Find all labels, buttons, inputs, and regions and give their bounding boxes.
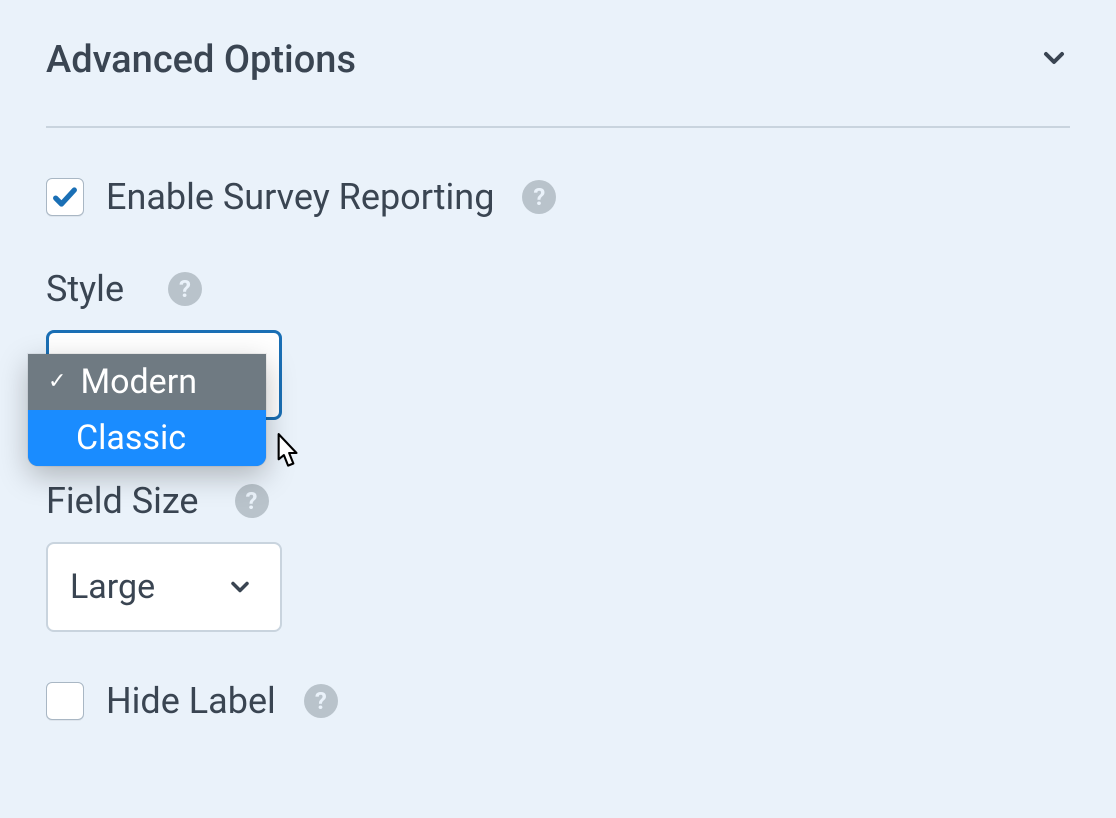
style-option-label: Modern bbox=[80, 362, 197, 402]
style-option-label: Classic bbox=[76, 418, 186, 458]
field-size-value: Large bbox=[70, 567, 155, 607]
style-select-container: ✓ Modern Classic bbox=[46, 330, 1070, 420]
style-dropdown: ✓ Modern Classic bbox=[28, 354, 266, 466]
style-label: Style bbox=[46, 268, 124, 310]
help-icon[interactable]: ? bbox=[235, 484, 269, 518]
style-option-classic[interactable]: Classic bbox=[28, 410, 266, 466]
chevron-down-icon bbox=[226, 573, 254, 601]
enable-survey-reporting-checkbox[interactable] bbox=[46, 178, 84, 216]
section-title: Advanced Options bbox=[46, 38, 356, 82]
hide-label-checkbox[interactable] bbox=[46, 682, 84, 720]
hide-label-row: Hide Label ? bbox=[46, 680, 1070, 722]
checkmark-icon: ✓ bbox=[48, 371, 66, 393]
help-icon[interactable]: ? bbox=[304, 684, 338, 718]
help-icon[interactable]: ? bbox=[522, 180, 556, 214]
field-size-label: Field Size bbox=[46, 480, 199, 522]
field-size-select[interactable]: Large bbox=[46, 542, 282, 632]
enable-survey-reporting-label: Enable Survey Reporting bbox=[106, 176, 494, 218]
field-size-label-row: Field Size ? bbox=[46, 480, 1070, 522]
enable-survey-reporting-row: Enable Survey Reporting ? bbox=[46, 176, 1070, 218]
style-label-row: Style ? bbox=[46, 268, 1070, 310]
chevron-down-icon[interactable] bbox=[1038, 42, 1070, 78]
cursor-icon bbox=[268, 432, 304, 478]
section-header[interactable]: Advanced Options bbox=[46, 16, 1070, 128]
field-size-section: Field Size ? Large bbox=[46, 480, 1070, 632]
hide-label-text: Hide Label bbox=[106, 680, 276, 722]
help-icon[interactable]: ? bbox=[168, 272, 202, 306]
style-option-modern[interactable]: ✓ Modern bbox=[28, 354, 266, 410]
